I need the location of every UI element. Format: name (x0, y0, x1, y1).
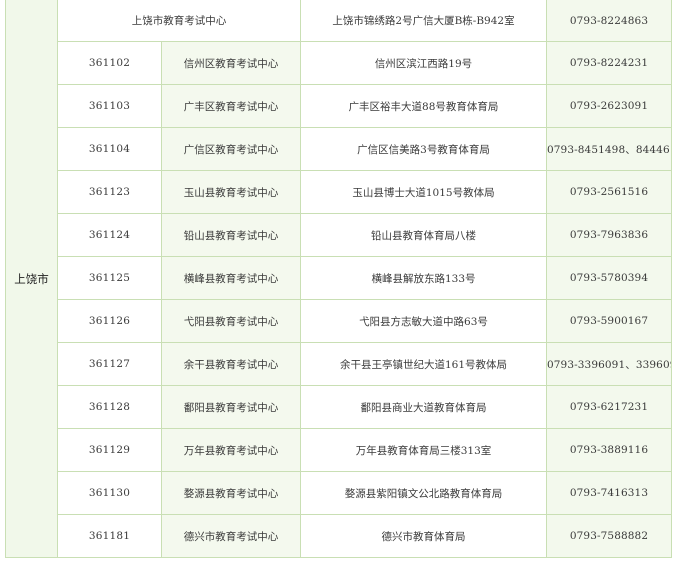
table-row: 361123 玉山县教育考试中心 玉山县博士大道1015号教体局 0793-25615… (6, 170, 672, 214)
county-center-address: 广丰区裕丰大道88号教育体育局 (300, 84, 547, 128)
table-row-header-center: 上饶市 上饶市教育考试中心 上饶市锦绣路2号广信大厦B栋-B942室 0793-… (5, 0, 672, 558)
exam-centers-table: 上饶市 上饶市教育考试中心 上饶市锦绣路2号广信大厦B栋-B942室 0793-… (5, 0, 672, 558)
county-center-phone: 0793-5900167 (546, 299, 672, 343)
table-row: 361127 余干县教育考试中心 余干县王亭镇世纪大道161号教体局 0793-339… (6, 342, 672, 386)
county-code: 361129 (57, 428, 162, 472)
county-center-phone: 0793-5780394 (546, 256, 672, 300)
county-center-address: 铅山县教育体育局八楼 (300, 213, 547, 257)
county-center-name: 鄱阳县教育考试中心 (161, 385, 301, 429)
county-center-phone: 0793-3889116 (546, 428, 672, 472)
county-center-address: 广信区信美路3号教育体育局 (300, 127, 547, 171)
county-center-address: 横峰县解放东路133号 (300, 256, 547, 300)
county-center-phone: 0793-2623091 (546, 84, 672, 128)
table-row: 361126 弋阳县教育考试中心 弋阳县方志敏大道中路63号 0793-5900167 (6, 299, 672, 343)
county-center-address: 弋阳县方志敏大道中路63号 (300, 299, 547, 343)
table-row: 361181 德兴市教育考试中心 德兴市教育体育局 0793-7588882 (6, 514, 672, 558)
county-center-address: 万年县教育体育局三楼313室 (300, 428, 547, 472)
county-center-phone: 0793-3396091、3396090 (546, 342, 672, 386)
county-code: 361128 (57, 385, 162, 429)
table-row: 361102 信州区教育考试中心 信州区滨江西路19号 0793-8224231 (6, 41, 672, 85)
county-center-name: 铅山县教育考试中心 (161, 213, 301, 257)
county-center-address: 余干县王亭镇世纪大道161号教体局 (300, 342, 547, 386)
county-code: 361181 (57, 514, 162, 558)
city-center-phone: 0793-8224863 (546, 0, 672, 42)
table-row: 361125 横峰县教育考试中心 横峰县解放东路133号 0793-5780394 (6, 256, 672, 300)
county-code: 361123 (57, 170, 162, 214)
county-center-name: 广丰区教育考试中心 (161, 84, 301, 128)
county-center-address: 德兴市教育体育局 (300, 514, 547, 558)
county-center-phone: 0793-7416313 (546, 471, 672, 515)
county-code: 361127 (57, 342, 162, 386)
county-code: 361102 (57, 41, 162, 85)
county-center-name: 余干县教育考试中心 (161, 342, 301, 386)
table-row: 361130 婺源县教育考试中心 婺源县紫阳镇文公北路教育体育局 0793-74163… (6, 471, 672, 515)
county-code: 361125 (57, 256, 162, 300)
county-center-address: 信州区滨江西路19号 (300, 41, 547, 85)
county-code: 361104 (57, 127, 162, 171)
county-center-name: 广信区教育考试中心 (161, 127, 301, 171)
table-row: 361104 广信区教育考试中心 广信区信美路3号教育体育局 0793-8451498… (6, 127, 672, 171)
county-center-name: 玉山县教育考试中心 (161, 170, 301, 214)
county-center-name: 万年县教育考试中心 (161, 428, 301, 472)
county-center-name: 弋阳县教育考试中心 (161, 299, 301, 343)
county-center-address: 鄱阳县商业大道教育体育局 (300, 385, 547, 429)
city-center-name: 上饶市教育考试中心 (57, 0, 301, 42)
table-body: 上饶市 上饶市教育考试中心 上饶市锦绣路2号广信大厦B栋-B942室 0793-… (5, 0, 672, 558)
county-center-phone: 0793-6217231 (546, 385, 672, 429)
county-code: 361103 (57, 84, 162, 128)
county-center-address: 婺源县紫阳镇文公北路教育体育局 (300, 471, 547, 515)
county-center-phone: 0793-8224231 (546, 41, 672, 85)
city-center-address: 上饶市锦绣路2号广信大厦B栋-B942室 (300, 0, 547, 42)
city-cell: 上饶市 (5, 0, 58, 558)
table-row: 361124 铅山县教育考试中心 铅山县教育体育局八楼 0793-7963836 (6, 213, 672, 257)
county-code: 361124 (57, 213, 162, 257)
county-center-name: 德兴市教育考试中心 (161, 514, 301, 558)
county-center-name: 信州区教育考试中心 (161, 41, 301, 85)
county-center-address: 玉山县博士大道1015号教体局 (300, 170, 547, 214)
county-center-phone: 0793-7963836 (546, 213, 672, 257)
county-center-phone: 0793-7588882 (546, 514, 672, 558)
county-center-phone: 0793-8451498、8444611 (546, 127, 672, 171)
table-row: 361103 广丰区教育考试中心 广丰区裕丰大道88号教育体育局 0793-26230… (6, 84, 672, 128)
county-center-phone: 0793-2561516 (546, 170, 672, 214)
county-code: 361126 (57, 299, 162, 343)
county-center-name: 横峰县教育考试中心 (161, 256, 301, 300)
county-center-name: 婺源县教育考试中心 (161, 471, 301, 515)
table-row: 361129 万年县教育考试中心 万年县教育体育局三楼313室 0793-388911… (6, 428, 672, 472)
table-row: 361128 鄱阳县教育考试中心 鄱阳县商业大道教育体育局 0793-6217231 (6, 385, 672, 429)
county-code: 361130 (57, 471, 162, 515)
